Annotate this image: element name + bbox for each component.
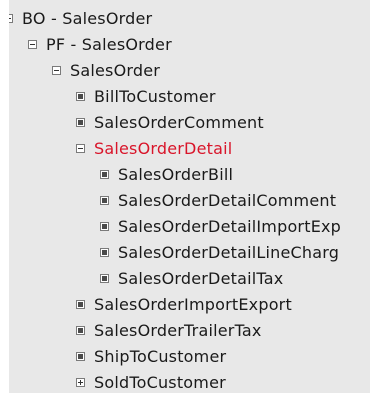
tree-node-salesorderdetailcomment[interactable]: SalesOrderDetailComment: [100, 187, 336, 213]
leaf-node-icon: [100, 221, 109, 231]
collapse-icon[interactable]: [28, 39, 37, 49]
tree-node-label: SoldToCustomer: [94, 372, 226, 392]
tree-node-label: ShipToCustomer: [94, 346, 227, 366]
leaf-node-icon: [76, 325, 85, 335]
tree-node-salesordercomment[interactable]: SalesOrderComment: [76, 109, 264, 135]
tree-node-soldtocustomer[interactable]: SoldToCustomer: [76, 369, 226, 393]
tree-node-label: SalesOrderTrailerTax: [94, 320, 262, 340]
leaf-node-icon: [76, 117, 85, 127]
tree-node-label: SalesOrderComment: [94, 112, 264, 132]
leaf-node-icon: [76, 299, 85, 309]
tree-node-label: PF - SalesOrder: [46, 34, 172, 54]
tree-node-salesorderdetailimportexp[interactable]: SalesOrderDetailImportExp: [100, 213, 341, 239]
leaf-node-icon: [100, 195, 109, 205]
tree-node-salesorderdetail[interactable]: SalesOrderDetail: [76, 135, 232, 161]
tree-node-label: SalesOrder: [70, 60, 161, 80]
leaf-node-icon: [100, 247, 109, 257]
tree-node-billtocustomer[interactable]: BillToCustomer: [76, 83, 216, 109]
tree-node-label: SalesOrderImportExport: [94, 294, 292, 314]
tree-node-bo-salesorder[interactable]: BO - SalesOrder: [9, 5, 152, 31]
collapse-icon[interactable]: [9, 13, 13, 23]
tree-node-label-selected: SalesOrderDetail: [94, 138, 233, 158]
tree-node-label: BO - SalesOrder: [22, 8, 153, 28]
collapse-icon[interactable]: [76, 143, 85, 153]
tree-node-salesordertrailertax[interactable]: SalesOrderTrailerTax: [76, 317, 262, 343]
tree-node-pf-salesorder[interactable]: PF - SalesOrder: [28, 31, 172, 57]
collapse-icon[interactable]: [52, 65, 61, 75]
expand-icon[interactable]: [76, 377, 85, 387]
tree-node-label: SalesOrderDetailLineCharg: [118, 242, 340, 262]
tree-node-salesorderdetailtax[interactable]: SalesOrderDetailTax: [100, 265, 283, 291]
leaf-node-icon: [76, 91, 85, 101]
tree-node-salesorderdetaillinecharg[interactable]: SalesOrderDetailLineCharg: [100, 239, 339, 265]
tree-node-salesorder[interactable]: SalesOrder: [52, 57, 160, 83]
tree-node-label: SalesOrderDetailTax: [118, 268, 284, 288]
tree-node-label: SalesOrderDetailImportExp: [118, 216, 342, 236]
tree-node-salesorderbill[interactable]: SalesOrderBill: [100, 161, 233, 187]
leaf-node-icon: [100, 169, 109, 179]
tree-node-salesorderimportexport[interactable]: SalesOrderImportExport: [76, 291, 292, 317]
tree-node-label: BillToCustomer: [94, 86, 216, 106]
leaf-node-icon: [100, 273, 109, 283]
tree-node-label: SalesOrderDetailComment: [118, 190, 337, 210]
tree-node-shiptocustomer[interactable]: ShipToCustomer: [76, 343, 226, 369]
leaf-node-icon: [76, 351, 85, 361]
tree-panel: BO - SalesOrder PF - SalesOrder SalesOrd…: [9, 0, 370, 393]
tree-node-label: SalesOrderBill: [118, 164, 234, 184]
